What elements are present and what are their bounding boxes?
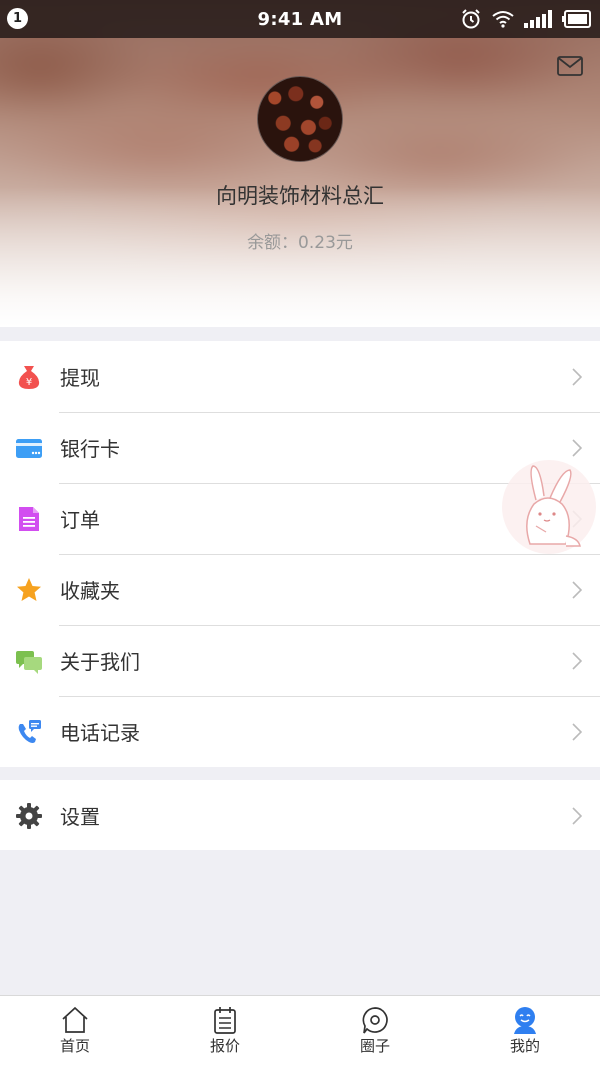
- tab-circle[interactable]: 圈子: [300, 996, 450, 1067]
- home-icon: [62, 1006, 88, 1033]
- calendar-icon: [214, 1007, 236, 1034]
- tab-label: 报价: [209, 1037, 240, 1055]
- tab-label: 我的: [509, 1037, 540, 1055]
- tab-label: 圈子: [359, 1037, 390, 1055]
- chevron-right-icon: [572, 368, 582, 386]
- menu-item-label: 收藏夹: [60, 579, 120, 603]
- tab-home[interactable]: 首页: [0, 996, 150, 1067]
- menu-item-about-us[interactable]: 关于我们: [0, 625, 600, 696]
- chevron-right-icon: [572, 652, 582, 670]
- money-bag-icon: ¥: [18, 366, 40, 389]
- battery-icon: [562, 10, 591, 28]
- tab-mine[interactable]: 我的: [450, 996, 600, 1067]
- menu-item-settings[interactable]: 设置: [0, 780, 600, 850]
- status-time: 9:41 AM: [257, 8, 343, 30]
- alarm-icon: [462, 9, 480, 29]
- mail-icon[interactable]: [557, 55, 583, 77]
- profile-header: [0, 0, 600, 327]
- chevron-right-icon: [572, 723, 582, 741]
- bottom-tab-bar: 首页 报价 圈子 我的: [0, 995, 600, 1067]
- chat-circle-icon: [362, 1007, 388, 1034]
- order-document-icon: [19, 507, 39, 531]
- svg-text:¥: ¥: [26, 377, 32, 388]
- wifi-icon: [492, 11, 514, 28]
- profile-icon: [514, 1007, 536, 1034]
- menu-group-main: ¥ 提现 银行卡 订单 收藏夹 关于我们 电话记录: [0, 341, 600, 767]
- menu-item-label: 提现: [60, 366, 100, 390]
- chat-bubbles-icon: [16, 651, 42, 674]
- menu-group-settings: 设置: [0, 780, 600, 850]
- tab-label: 首页: [59, 1037, 90, 1055]
- menu-item-label: 设置: [60, 804, 100, 829]
- status-bar: 1 9:41 AM: [0, 0, 600, 38]
- menu-item-label: 银行卡: [60, 437, 120, 461]
- gear-icon: [16, 803, 42, 829]
- menu-item-label: 关于我们: [60, 650, 140, 674]
- avatar[interactable]: [257, 76, 343, 162]
- star-icon: [17, 578, 41, 601]
- menu-item-withdraw[interactable]: ¥ 提现: [0, 341, 600, 412]
- chevron-right-icon: [572, 581, 582, 599]
- floating-rabbit-button[interactable]: [500, 460, 598, 554]
- signal-icon: [524, 10, 552, 28]
- menu-item-call-records[interactable]: 电话记录: [0, 696, 600, 767]
- notification-badge: 1: [7, 8, 28, 29]
- account-balance: 余额：0.23元: [247, 233, 353, 253]
- menu-item-favorites[interactable]: 收藏夹: [0, 554, 600, 625]
- phone-log-icon: [18, 720, 41, 743]
- menu-item-label: 电话记录: [60, 721, 140, 745]
- user-name: 向明装饰材料总汇: [216, 184, 384, 208]
- chevron-right-icon: [572, 807, 582, 825]
- tab-quote[interactable]: 报价: [150, 996, 300, 1067]
- menu-item-label: 订单: [60, 508, 100, 532]
- bank-card-icon: [16, 439, 42, 458]
- chevron-right-icon: [572, 439, 582, 457]
